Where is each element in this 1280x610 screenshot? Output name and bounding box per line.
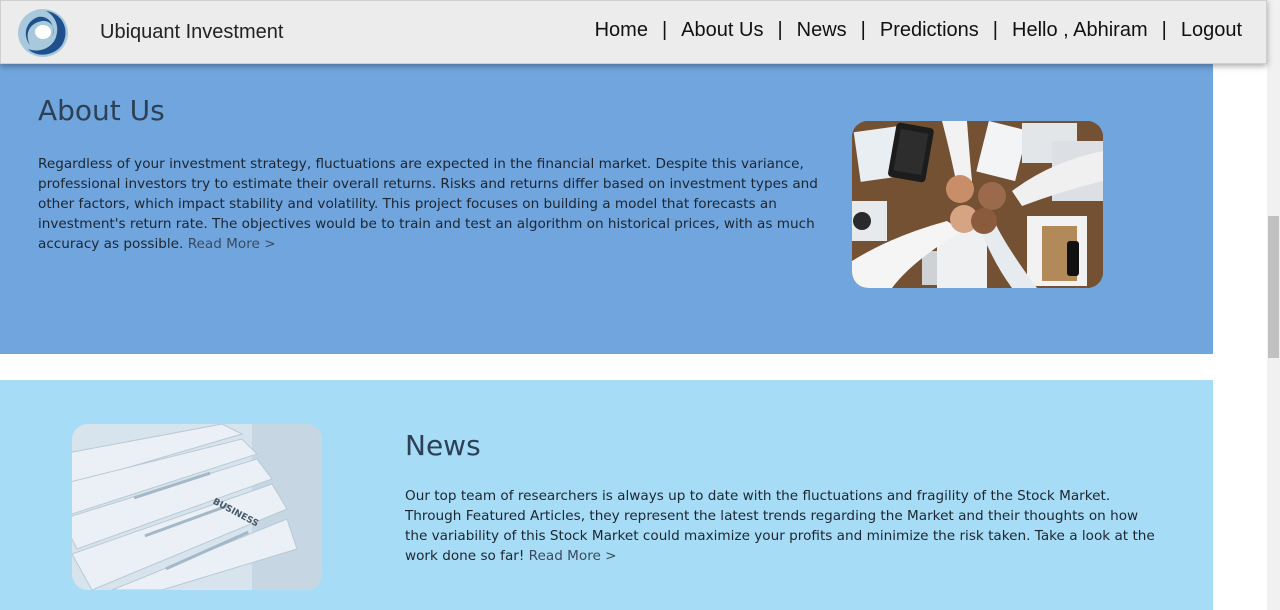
about-read-more-link[interactable]: Read More > [188, 236, 276, 252]
newspapers-photo: BUSINESS [72, 424, 322, 590]
page-scrollbar-thumb[interactable] [1268, 216, 1279, 358]
news-section: BUSINESS News Our top team of researcher… [0, 380, 1213, 610]
nav-news-link[interactable]: News [797, 19, 847, 42]
nav-separator: | [860, 19, 866, 41]
news-body: Our top team of researchers is always up… [405, 488, 1155, 564]
team-fist-bump-illustration [852, 121, 1103, 288]
team-photo [852, 121, 1103, 288]
brand-name[interactable]: Ubiquant Investment [100, 21, 283, 44]
nav-home-link[interactable]: Home [595, 19, 648, 42]
nav-user-greeting[interactable]: Hello , Abhiram [1012, 19, 1148, 42]
nav-about-link[interactable]: About Us [681, 19, 763, 42]
about-text: Regardless of your investment strategy, … [38, 154, 818, 254]
nav-predictions-link[interactable]: Predictions [880, 19, 979, 42]
about-heading: About Us [38, 94, 165, 127]
nav-separator: | [661, 19, 668, 41]
news-heading: News [405, 429, 481, 462]
main-nav: Home | About Us | News | Predictions | H… [595, 19, 1242, 42]
top-navbar: Ubiquant Investment Home | About Us | Ne… [0, 0, 1267, 64]
nav-logout-link[interactable]: Logout [1181, 19, 1242, 42]
nav-separator: | [992, 19, 998, 41]
nav-separator: | [1161, 19, 1167, 41]
about-section: About Us Regardless of your investment s… [0, 64, 1213, 354]
nav-separator: | [777, 19, 783, 41]
ubiquant-logo-icon[interactable] [16, 7, 70, 59]
newspapers-illustration: BUSINESS [72, 424, 322, 590]
about-body: Regardless of your investment strategy, … [38, 156, 818, 252]
news-read-more-link[interactable]: Read More > [529, 548, 617, 564]
news-text: Our top team of researchers is always up… [405, 486, 1155, 566]
